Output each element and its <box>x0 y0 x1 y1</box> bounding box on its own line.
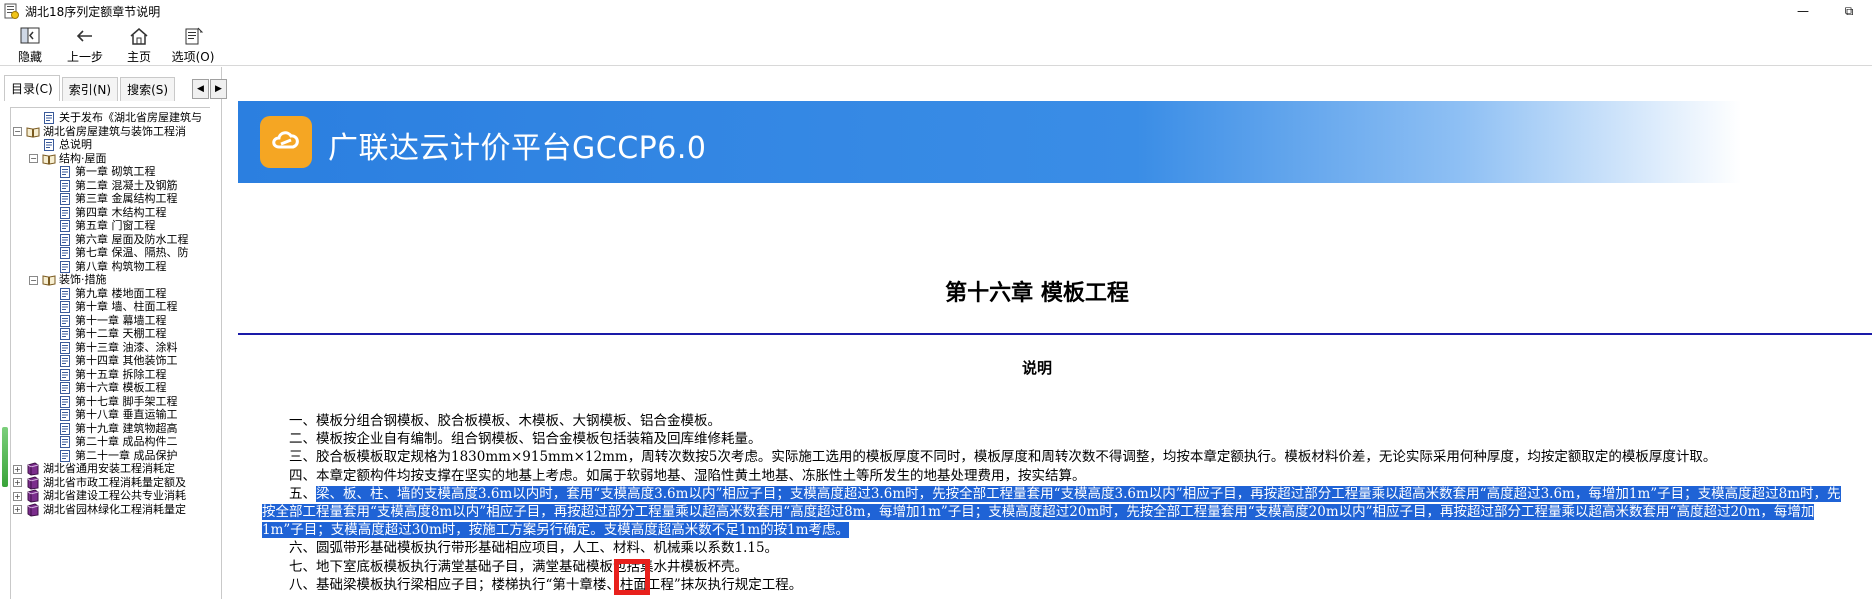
paragraph-5[interactable]: 五、梁、板、柱、墙的支模高度3.6m以内时，套用“支模高度3.6m以内”相应子目… <box>262 485 1852 540</box>
content-pane: 广联达云计价平台GCCP6.0 第十六章 模板工程 说明 一、模板分组合钢模板、… <box>232 67 1872 599</box>
collapse-icon[interactable]: − <box>29 275 38 285</box>
window-title: 湖北18序列定额章节说明 <box>25 4 161 19</box>
help-file-icon <box>4 3 19 19</box>
hide-button[interactable]: 隐藏 <box>2 22 58 66</box>
tree-item-label: 湖北省园林绿化工程消耗量定 <box>43 502 186 516</box>
tab-scroll-left-button[interactable]: ◀ <box>192 79 209 99</box>
tree-item[interactable]: + 湖北省园林绿化工程消耗量定 <box>13 502 186 518</box>
nav-tabs: 目录(C) 索引(N) 搜索(S) <box>4 75 177 101</box>
tab-contents[interactable]: 目录(C) <box>4 75 60 101</box>
scroll-indicator[interactable] <box>2 427 8 487</box>
paragraph-4: 四、本章定额构件均按支撑在坚实的地基上考虑。如属于软弱地基、湿陷性黄土地基、冻胀… <box>289 467 1086 484</box>
options-label: 选项(O) <box>171 50 215 64</box>
product-banner: 广联达云计价平台GCCP6.0 <box>238 101 1872 183</box>
contents-tree: 关于发布《湖北省房屋建筑与 − 湖北省房屋建筑与装饰工程消 总说明 − 结构·屋面 第一章 … <box>10 107 210 599</box>
home-icon <box>130 28 148 45</box>
book-icon <box>26 502 40 517</box>
banner-title: 广联达云计价平台GCCP6.0 <box>328 131 707 166</box>
back-button[interactable]: 上一步 <box>58 22 112 66</box>
home-button[interactable]: 主页 <box>112 22 166 66</box>
expand-icon[interactable]: + <box>13 491 22 501</box>
glodon-logo-icon <box>260 116 312 168</box>
collapse-icon[interactable]: − <box>13 127 22 136</box>
tab-scroll-arrows: ◀ ▶ <box>192 79 228 99</box>
options-button[interactable]: 选项(O) <box>166 22 220 66</box>
divider <box>238 333 1872 335</box>
tab-scroll-right-button[interactable]: ▶ <box>210 79 227 99</box>
title-bar: 湖北18序列定额章节说明 — ⧉ <box>0 0 1872 22</box>
expand-icon[interactable]: + <box>13 464 22 474</box>
section-title: 说明 <box>1021 359 1052 377</box>
hide-pane-icon <box>20 27 40 44</box>
paragraph-2: 二、模板按企业自有编制。组合钢模板、铝合金模板包括装箱及回库维修耗量。 <box>289 431 762 448</box>
explanation-text: 一、模板分组合钢模板、胶合板模板、木模板、大钢模板、铝合金模板。 二、模板按企业… <box>262 412 1852 594</box>
home-label: 主页 <box>126 50 151 64</box>
expand-icon[interactable]: + <box>13 505 22 514</box>
minimize-button[interactable]: — <box>1780 0 1826 22</box>
tab-index[interactable]: 索引(N) <box>61 77 119 101</box>
chapter-title: 第十六章 模板工程 <box>945 280 1129 306</box>
selected-text[interactable]: 梁、板、柱、墙的支模高度3.6m以内时，套用“支模高度3.6m以内”相应子目；支… <box>262 485 1841 539</box>
hide-label: 隐藏 <box>17 50 42 64</box>
paragraph-6: 六、圆弧带形基础模板执行带形基础相应项目，人工、材料、机械乘以系数1.15。 <box>289 540 779 557</box>
highlight-marker <box>614 559 650 595</box>
back-arrow-icon <box>76 30 92 42</box>
navigation-pane: 目录(C) 索引(N) 搜索(S) ◀ ▶ 关于发布《湖北省房屋建筑与 − 湖北省房… <box>0 67 227 599</box>
paragraph-7: 七、地下室底板模板执行满堂基础子目，满堂基础模板包括集水井模板杯壳。 <box>289 558 748 575</box>
toolbar: 隐藏 上一步 主页 选项(O) <box>0 22 1872 66</box>
restore-button[interactable]: ⧉ <box>1826 0 1872 22</box>
collapse-icon[interactable]: − <box>29 154 38 163</box>
paragraph-8: 八、基础梁模板执行梁相应子目；楼梯执行“第十章楼、柱面工程”抹灰执行规定工程。 <box>289 576 803 593</box>
options-icon <box>185 27 204 45</box>
expand-icon[interactable]: + <box>13 478 22 487</box>
tab-search[interactable]: 搜索(S) <box>120 77 176 101</box>
paragraph-1: 一、模板分组合钢模板、胶合板模板、木模板、大钢模板、铝合金模板。 <box>289 413 721 429</box>
paragraph-5-number: 五、 <box>289 485 316 502</box>
back-label: 上一步 <box>66 50 103 64</box>
paragraph-3: 三、胶合板模板取定规格为1830mm×915mm×12mm，周转次数按5次考虑。… <box>289 449 1717 466</box>
